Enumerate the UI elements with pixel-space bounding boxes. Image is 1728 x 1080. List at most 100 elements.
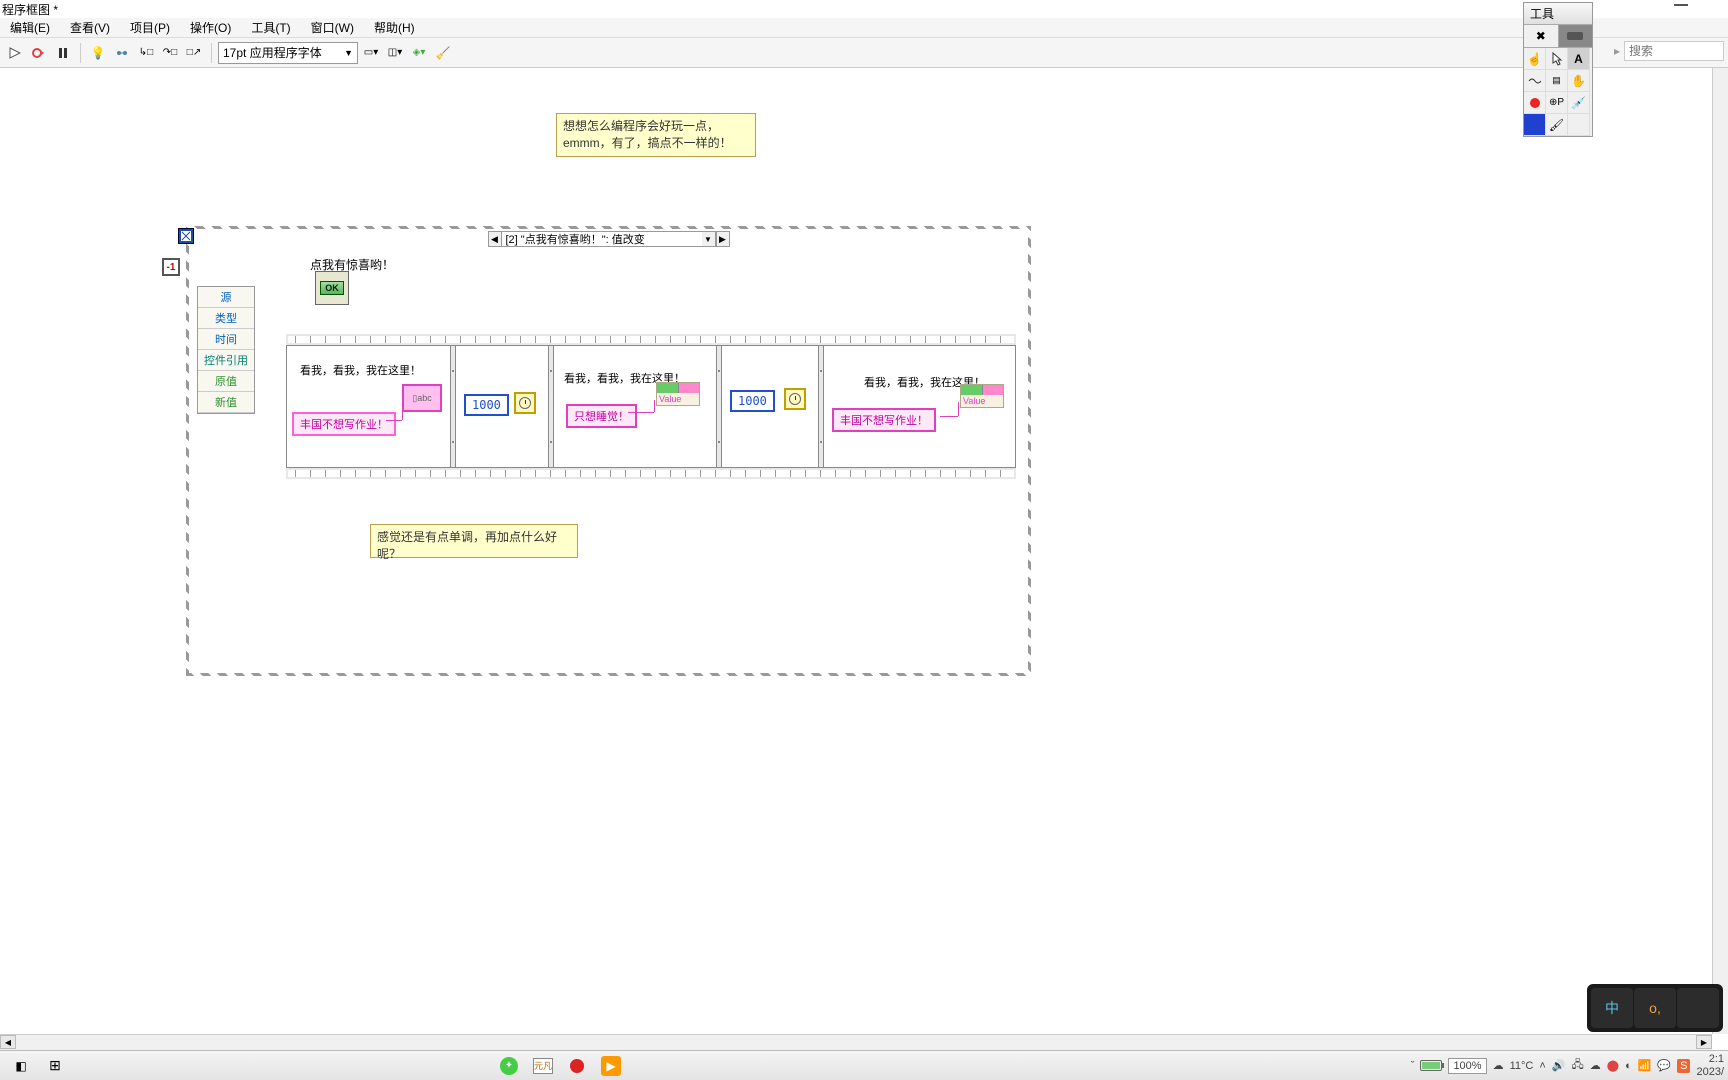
frame0-string-constant[interactable]: 丰国不想写作业！ bbox=[292, 412, 396, 436]
resize-button[interactable]: ◈▾ bbox=[408, 42, 430, 64]
frame1-numeric-constant[interactable]: 1000 bbox=[464, 394, 509, 416]
minimize-button[interactable] bbox=[1674, 4, 1688, 6]
frame-divider[interactable] bbox=[716, 346, 722, 467]
wire[interactable] bbox=[958, 402, 959, 416]
step-into-button[interactable]: ↳□ bbox=[135, 42, 157, 64]
vertical-scrollbar[interactable] bbox=[1712, 68, 1728, 1034]
block-diagram-canvas[interactable]: 想想怎么编程序会好玩一点，emmm，有了，搞点不一样的！ -1 ◀ [2] "点… bbox=[0, 68, 1728, 1050]
wifi-icon[interactable]: 📶 bbox=[1638, 1059, 1652, 1072]
record-icon[interactable] bbox=[562, 1053, 592, 1079]
align-button[interactable]: ▭▾ bbox=[360, 42, 382, 64]
case-prev-button[interactable]: ◀ bbox=[488, 231, 502, 247]
boolean-control-terminal[interactable]: OK bbox=[315, 271, 349, 305]
font-selector[interactable]: 17pt 应用程序字体 ▼ bbox=[218, 42, 358, 64]
wire[interactable] bbox=[628, 412, 654, 413]
frame3-numeric-constant[interactable]: 1000 bbox=[730, 390, 775, 412]
ime-more-button[interactable] bbox=[1677, 988, 1719, 1028]
frame-divider[interactable] bbox=[548, 346, 554, 467]
probe-tool[interactable]: ⊕P bbox=[1546, 92, 1568, 114]
wire[interactable] bbox=[386, 420, 402, 421]
menu-project[interactable]: 项目(P) bbox=[120, 17, 180, 38]
search-input[interactable] bbox=[1624, 41, 1724, 61]
frame-divider[interactable] bbox=[818, 346, 824, 467]
dynamic-event-icon[interactable] bbox=[178, 228, 194, 244]
comment-bottom[interactable]: 感觉还是有点单调，再加点什么好呢？ bbox=[370, 524, 578, 558]
menu-operate[interactable]: 操作(O) bbox=[180, 17, 241, 38]
menu-edit[interactable]: 编辑(E) bbox=[0, 17, 60, 38]
step-over-button[interactable]: ↷□ bbox=[159, 42, 181, 64]
frame1-wait-ms[interactable] bbox=[514, 392, 536, 414]
frame-divider[interactable] bbox=[450, 346, 456, 467]
ime-lang-button[interactable]: 中 bbox=[1591, 988, 1633, 1028]
scroll-left-button[interactable]: ◀ bbox=[0, 1035, 16, 1049]
battery-icon[interactable] bbox=[1420, 1060, 1442, 1071]
event-data-node[interactable]: 源 类型 时间 控件引用 原值 新值 bbox=[197, 286, 255, 414]
retain-wires-button[interactable] bbox=[111, 42, 133, 64]
cleanup-button[interactable]: 🧹 bbox=[432, 42, 454, 64]
scroll-tool[interactable]: ✋ bbox=[1568, 70, 1590, 92]
shortcut-tool[interactable]: ▤ bbox=[1546, 70, 1568, 92]
menu-tools[interactable]: 工具(T) bbox=[241, 17, 300, 38]
run-continuous-button[interactable] bbox=[28, 42, 50, 64]
case-dropdown[interactable]: ▼ bbox=[702, 231, 716, 247]
tray-chevron-icon[interactable]: ˇ bbox=[1411, 1060, 1415, 1072]
color-copy-tool[interactable]: 💉 bbox=[1568, 92, 1590, 114]
wire[interactable] bbox=[654, 400, 655, 412]
auto-tool-button[interactable]: ✖ bbox=[1524, 25, 1559, 47]
action-center-icon[interactable]: 💬 bbox=[1657, 1059, 1671, 1072]
wechat-icon[interactable]: ✦ bbox=[494, 1053, 524, 1079]
start-button[interactable]: ◧ bbox=[6, 1053, 36, 1079]
color-tool[interactable]: 🖌 bbox=[1546, 114, 1568, 136]
menu-help[interactable]: 帮助(H) bbox=[364, 17, 425, 38]
distribute-button[interactable]: ◫▾ bbox=[384, 42, 406, 64]
tray-app1-icon[interactable]: ⬤ bbox=[1607, 1059, 1619, 1072]
wire[interactable] bbox=[402, 412, 403, 420]
scroll-right-button[interactable]: ▶ bbox=[1696, 1035, 1712, 1049]
clock-date[interactable]: 2023/ bbox=[1696, 1066, 1724, 1078]
run-button[interactable] bbox=[4, 42, 26, 64]
timeout-terminal[interactable]: -1 bbox=[162, 258, 180, 276]
app-icon[interactable]: 元凡 bbox=[528, 1053, 558, 1079]
cloud-icon[interactable]: ☁ bbox=[1590, 1059, 1601, 1072]
text-tool[interactable]: A bbox=[1568, 48, 1590, 70]
ime-punct-button[interactable]: o, bbox=[1634, 988, 1676, 1028]
tools-palette[interactable]: 工具 ✖ ☝ A ▤ ✋ ⊕P 💉 🖌 bbox=[1523, 2, 1593, 137]
case-next-button[interactable]: ▶ bbox=[716, 231, 730, 247]
horizontal-scrollbar[interactable]: ◀ ▶ bbox=[0, 1034, 1712, 1050]
pause-button[interactable] bbox=[52, 42, 74, 64]
case-selector[interactable]: ◀ [2] "点我有惊喜哟！": 值改变 ▼ ▶ bbox=[488, 230, 730, 248]
frame0-local-variable[interactable]: ▯abc bbox=[402, 384, 442, 412]
volume-icon[interactable]: 🔊 bbox=[1552, 1059, 1566, 1072]
task-view-button[interactable]: ⊞ bbox=[40, 1053, 70, 1079]
frame2-property-node[interactable]: Value bbox=[656, 382, 700, 406]
tray-app2-icon[interactable]: ◐ bbox=[1625, 1060, 1632, 1072]
ime-bar[interactable]: 中 o, bbox=[1587, 984, 1723, 1032]
highlight-button[interactable]: 💡 bbox=[87, 42, 109, 64]
scroll-track[interactable] bbox=[16, 1035, 1696, 1050]
frame3-wait-ms[interactable] bbox=[784, 388, 806, 410]
player-icon[interactable]: ▶ bbox=[596, 1053, 626, 1079]
menu-view[interactable]: 查看(V) bbox=[60, 17, 120, 38]
frame2-string-constant[interactable]: 只想睡觉！ bbox=[566, 404, 637, 428]
menu-window[interactable]: 窗口(W) bbox=[301, 17, 364, 38]
step-out-button[interactable]: □↗ bbox=[183, 42, 205, 64]
zoom-level[interactable]: 100% bbox=[1448, 1058, 1486, 1074]
frame4-property-node[interactable]: Value bbox=[960, 384, 1004, 408]
flat-sequence[interactable]: 看我，看我，我在这里！ 丰国不想写作业！ ▯abc 1000 看我，看我，我在这… bbox=[286, 334, 1016, 479]
ime-tray-icon[interactable]: S bbox=[1677, 1059, 1690, 1073]
case-label[interactable]: [2] "点我有惊喜哟！": 值改变 bbox=[502, 231, 702, 247]
frame4-string-constant[interactable]: 丰国不想写作业！ bbox=[832, 408, 936, 432]
position-tool[interactable] bbox=[1546, 48, 1568, 70]
operate-tool[interactable]: ☝ bbox=[1524, 48, 1546, 70]
comment-top[interactable]: 想想怎么编程序会好玩一点，emmm，有了，搞点不一样的！ bbox=[556, 113, 756, 157]
wire[interactable] bbox=[940, 416, 958, 417]
wire-tool[interactable] bbox=[1524, 70, 1546, 92]
color-tool-bg[interactable] bbox=[1524, 114, 1546, 136]
tray-up-icon[interactable]: ˄ bbox=[1539, 1060, 1545, 1072]
tool-lock-button[interactable] bbox=[1559, 25, 1593, 47]
network-icon[interactable]: 🖧 bbox=[1571, 1056, 1583, 1075]
clock-time[interactable]: 2:1 bbox=[1696, 1053, 1724, 1065]
event-structure[interactable]: -1 ◀ [2] "点我有惊喜哟！": 值改变 ▼ ▶ 源 类型 时间 控件引用… bbox=[186, 226, 1031, 676]
weather-icon[interactable]: ☁ bbox=[1493, 1059, 1504, 1072]
breakpoint-tool[interactable] bbox=[1524, 92, 1546, 114]
